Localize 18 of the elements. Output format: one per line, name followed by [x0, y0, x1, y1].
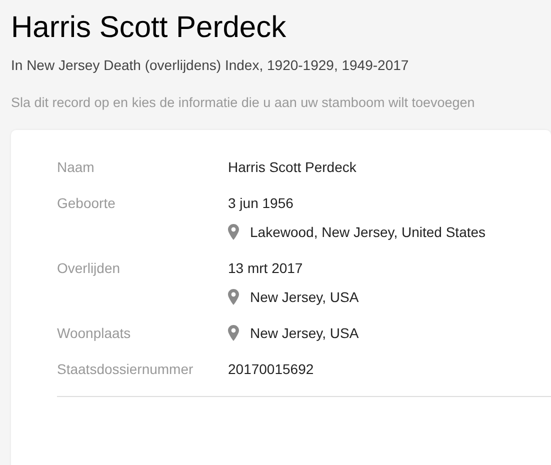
fact-value: 3 jun 1956 — [228, 194, 294, 212]
fact-label: Overlijden — [57, 259, 122, 278]
collection-subtitle: In New Jersey Death (overlijdens) Index, 1920-1929, 1949-2017 — [11, 57, 410, 73]
fact-label: Staatsdossiernummer — [57, 360, 194, 378]
place-value: New Jersey, USA — [250, 324, 359, 342]
instruction-text: Sla dit record op en kies de informatie die u aan uw stamboom wilt toevoegen — [11, 95, 476, 110]
fact-label: Woonplaats — [57, 324, 132, 342]
location-pin-icon — [228, 224, 239, 240]
place-value: Lakewood, New Jersey, United States — [250, 223, 486, 241]
record-title: Harris Scott Perdeck — [11, 10, 288, 46]
fact-label: Geboorte — [57, 194, 116, 213]
fact-value: Harris Scott Perdeck — [228, 158, 356, 176]
fact-value: 13 mrt 2017 — [228, 259, 304, 277]
location-pin-icon — [228, 325, 239, 341]
location-pin-icon — [228, 289, 239, 305]
fact-label: Naam — [57, 158, 96, 176]
fact-value: 20170015692 — [228, 360, 314, 378]
place-value: New Jersey, USA — [250, 288, 359, 306]
